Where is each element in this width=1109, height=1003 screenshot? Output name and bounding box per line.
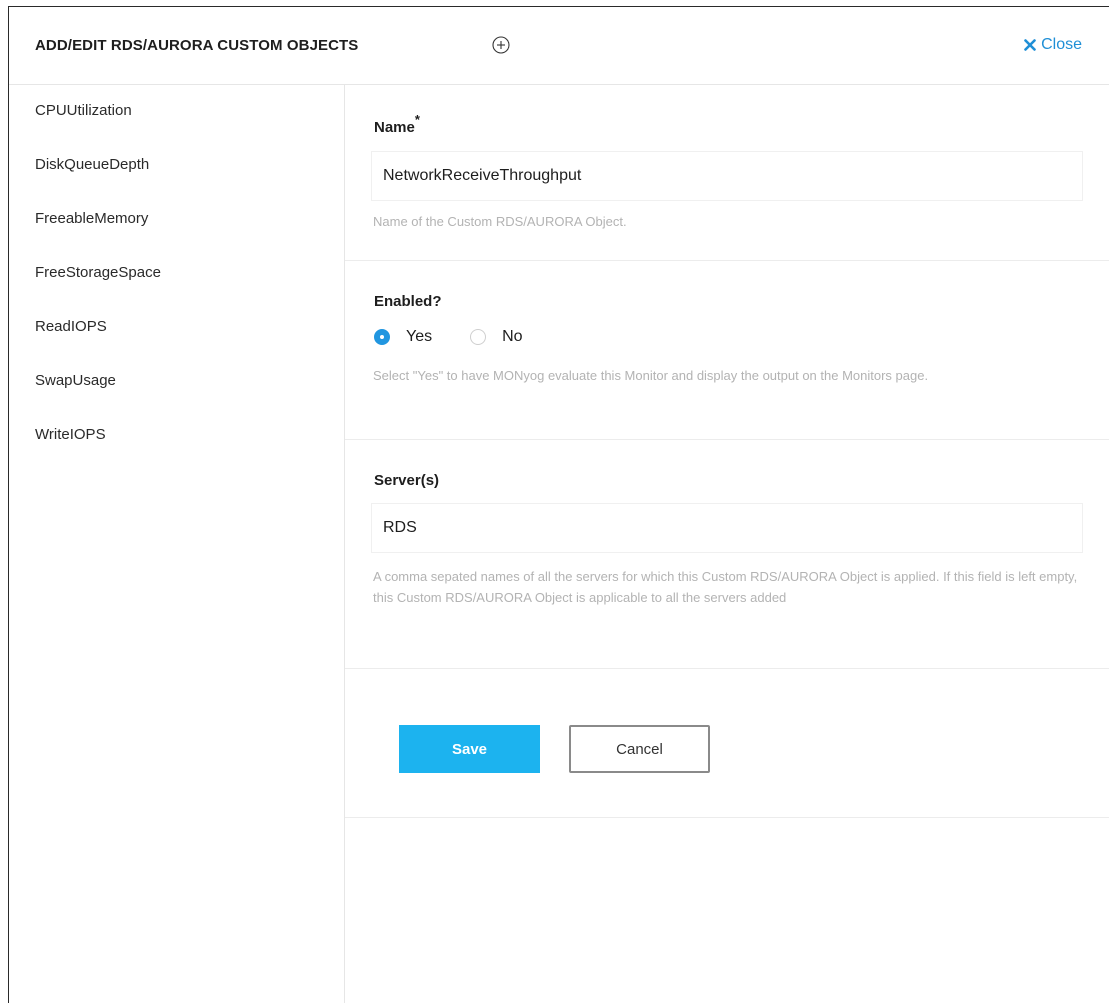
enabled-radio-yes[interactable]: Yes <box>374 328 432 346</box>
custom-objects-sidebar: CPUUtilization DiskQueueDepth FreeableMe… <box>9 84 345 1003</box>
servers-help-text: A comma sepated names of all the servers… <box>373 569 1078 605</box>
sidebar-item-freestoragespace[interactable]: FreeStorageSpace <box>35 264 161 281</box>
name-input[interactable] <box>371 151 1083 201</box>
name-label: Name* <box>374 112 420 136</box>
add-object-icon[interactable] <box>492 36 510 54</box>
sidebar-item-cpuutilization[interactable]: CPUUtilization <box>35 102 132 119</box>
name-help-text: Name of the Custom RDS/AURORA Object. <box>373 214 627 229</box>
name-section: Name* Name of the Custom RDS/AURORA Obje… <box>345 84 1109 261</box>
radio-checked-icon[interactable] <box>374 329 390 345</box>
sidebar-item-writeiops[interactable]: WriteIOPS <box>35 426 106 443</box>
close-label: Close <box>1041 36 1082 53</box>
save-button[interactable]: Save <box>399 725 540 773</box>
enabled-radio-group: Yes No <box>374 328 561 346</box>
name-label-text: Name <box>374 119 415 136</box>
sidebar-item-diskqueuedepth[interactable]: DiskQueueDepth <box>35 156 149 173</box>
sidebar-item-freeablememory[interactable]: FreeableMemory <box>35 210 148 227</box>
radio-unchecked-icon[interactable] <box>470 329 487 345</box>
enabled-label: Enabled? <box>374 293 442 310</box>
radio-yes-label: Yes <box>406 328 433 345</box>
enabled-radio-no[interactable]: No <box>470 328 523 346</box>
servers-section: Server(s) A comma sepated names of all t… <box>345 440 1109 669</box>
servers-input[interactable] <box>371 503 1083 553</box>
object-form: Name* Name of the Custom RDS/AURORA Obje… <box>345 84 1109 1003</box>
sidebar-item-swapusage[interactable]: SwapUsage <box>35 372 116 389</box>
enabled-section: Enabled? Yes No Select "Yes" to have MON… <box>345 261 1109 440</box>
dialog-header: ADD/EDIT RDS/AURORA CUSTOM OBJECTS Close <box>9 7 1109 85</box>
radio-no-label: No <box>502 328 523 345</box>
close-icon <box>1024 39 1036 51</box>
required-mark: * <box>414 112 420 127</box>
servers-label: Server(s) <box>374 472 440 489</box>
cancel-button[interactable]: Cancel <box>569 725 710 773</box>
enabled-help-text: Select "Yes" to have MONyog evaluate thi… <box>373 368 929 383</box>
sidebar-item-readiops[interactable]: ReadIOPS <box>35 318 107 335</box>
dialog-title: ADD/EDIT RDS/AURORA CUSTOM OBJECTS <box>35 37 359 54</box>
close-button[interactable]: Close <box>1024 36 1082 54</box>
custom-objects-dialog: ADD/EDIT RDS/AURORA CUSTOM OBJECTS Close… <box>8 6 1109 1003</box>
actions-section: Save Cancel <box>345 669 1109 818</box>
